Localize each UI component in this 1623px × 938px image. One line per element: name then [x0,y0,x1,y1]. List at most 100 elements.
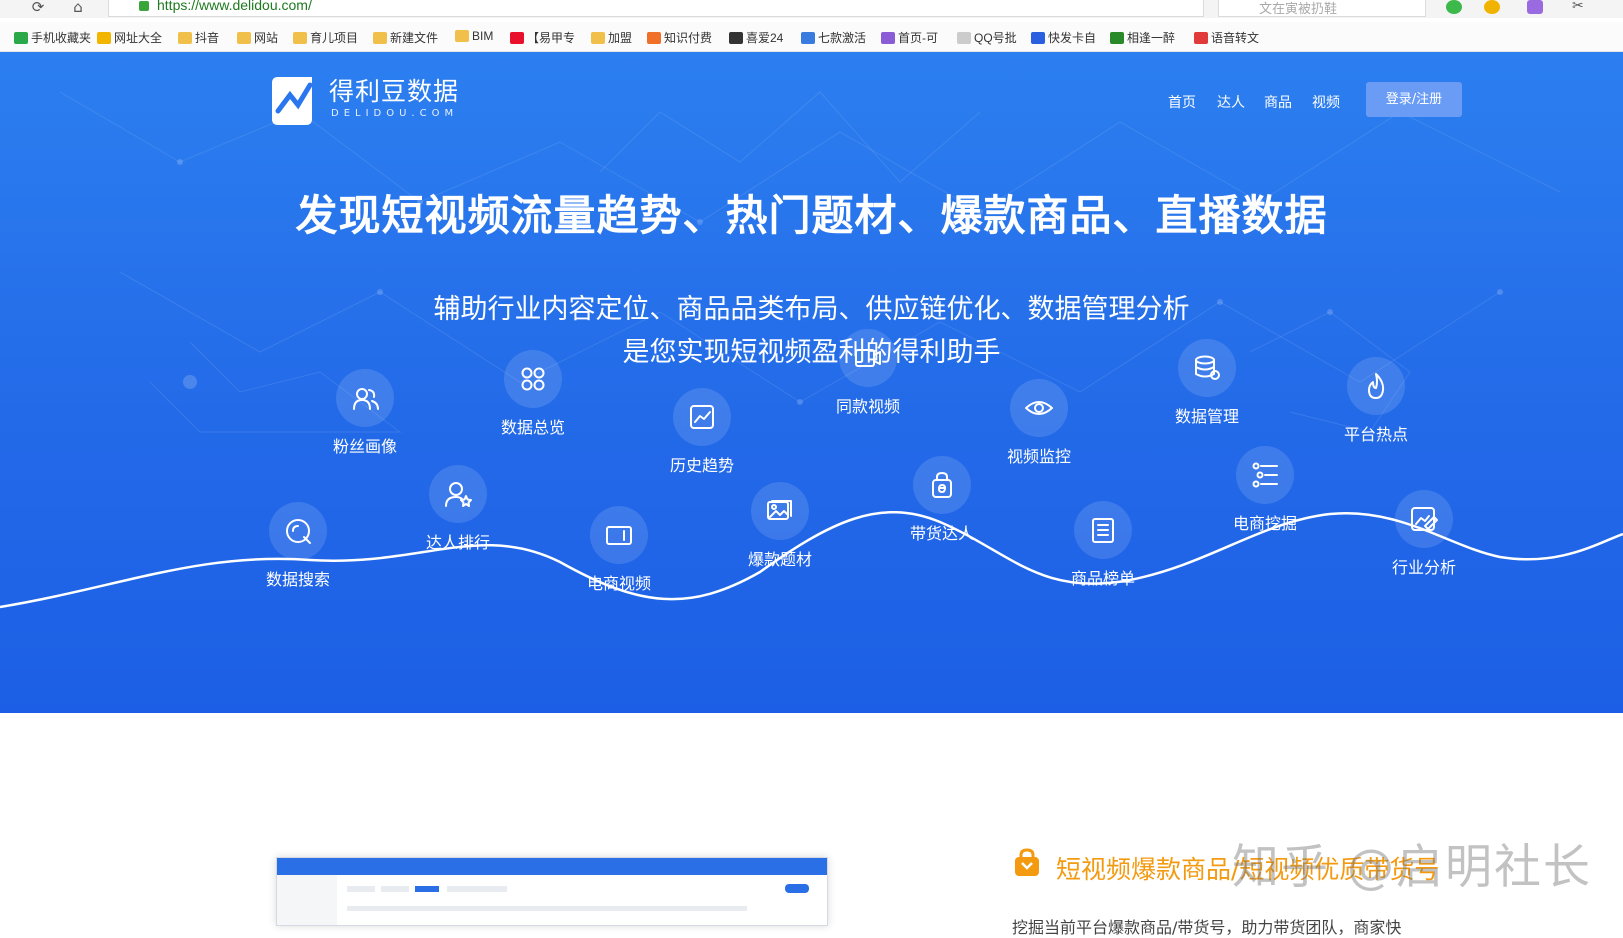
product-preview-image [276,857,828,926]
bookmark-item[interactable]: 快发卡自 [1031,29,1096,45]
extension-green-icon[interactable] [1446,0,1462,14]
bookmark-item[interactable]: 新建文件 [373,29,438,45]
dollar-icon [729,32,743,44]
voice-icon [1194,32,1208,44]
feature-item[interactable]: 数据搜索 [233,502,363,590]
shopping-bag-icon [1015,848,1039,876]
translate-icon[interactable] [1527,0,1543,14]
home-icon[interactable]: ⌂ [68,0,88,16]
login-register-button[interactable]: 登录/注册 [1366,82,1462,117]
database-icon [1195,355,1220,380]
bookmark-label: 手机收藏夹 [31,31,92,45]
bag-icon [932,472,952,498]
feature-item[interactable]: 电商挖掘 [1200,446,1330,534]
feature-icon-circle [1178,339,1236,397]
feature-item[interactable]: 数据总览 [468,350,598,438]
list-icon [1092,518,1114,543]
bookmark-item[interactable]: BIM [455,29,493,45]
bookmark-label: 相逢一醉 [1127,31,1176,45]
video-icon [855,349,881,367]
nav-products[interactable]: 商品 [1264,92,1292,112]
edit-chart-icon [1411,507,1438,531]
bookmark-item[interactable]: 语音转文 [1194,29,1259,45]
bookmark-item[interactable]: 加盟 [591,29,632,45]
fire-icon [1368,373,1385,399]
user-star-icon [445,482,472,507]
bookmark-item[interactable]: QQ号批 [957,29,1017,45]
bookmark-label: 语音转文 [1211,31,1260,45]
bookmark-label: 抖音 [195,31,220,45]
page-icon [957,32,971,44]
lock-icon [139,1,149,11]
hero-title: 发现短视频流量趋势、热门题材、爆款商品、直播数据 [295,191,1328,240]
feature-icon-circle [1074,501,1132,559]
feature-item[interactable]: 粉丝画像 [300,369,430,457]
feature-icon-circle [429,465,487,523]
feature-item[interactable]: 同款视频 [803,329,933,417]
bookmark-item[interactable]: 网址大全 [97,29,162,45]
feature-item[interactable]: 达人排行 [393,465,523,553]
eye-icon [1025,401,1053,415]
feature-icon-circle [1236,446,1294,504]
bookmark-label: 网站 [254,31,279,45]
feature-label: 爆款题材 [747,550,812,569]
feature-item[interactable]: 平台热点 [1311,357,1441,445]
bookmark-label: 知识付费 [664,31,713,45]
bookmarks-bar: 手机收藏夹 网址大全 抖音 网站 育儿项目 新建文件 BIM 【易甲专 加盟 知识付费 喜爱24 七款… [0,22,1623,52]
scissors-icon[interactable]: ✂ [1572,0,1588,14]
browser-search-input[interactable]: 文在寅被扔鞋 [1218,0,1426,17]
trend-icon [690,405,714,429]
feature-label: 达人排行 [425,533,490,552]
section-description: 挖掘当前平台爆款商品/带货号，助力带货团队，商家快 [1012,918,1402,937]
nav-influencers[interactable]: 达人 [1217,92,1245,112]
folder-icon [455,30,469,42]
feature-item[interactable]: 历史趋势 [637,388,767,476]
feature-icon-circle [673,388,731,446]
feature-icon-circle [269,502,327,560]
bookmark-item[interactable]: 喜爱24 [729,29,783,45]
folder-icon [178,32,192,44]
bookmark-label: 七款激活 [818,31,867,45]
feature-icon-circle [839,329,897,387]
address-bar[interactable]: https://www.delidou.com/ [108,0,1204,17]
feature-item[interactable]: 行业分析 [1359,490,1489,578]
feature-label: 数据管理 [1174,407,1239,426]
bookmark-item[interactable]: 手机收藏夹 [14,29,91,45]
feature-icon-circle [590,506,648,564]
extension-coin-icon[interactable] [1484,0,1500,14]
bookmark-item[interactable]: 相逢一醉 [1110,29,1175,45]
bookmark-item[interactable]: 育儿项目 [293,29,358,45]
feature-item[interactable]: 爆款题材 [715,482,845,570]
bookmark-item[interactable]: 【易甲专 [510,29,575,45]
nav-home[interactable]: 首页 [1168,92,1196,112]
folder-icon [237,32,251,44]
nav-videos[interactable]: 视频 [1312,92,1340,112]
feature-item[interactable]: 视频监控 [974,379,1104,467]
delidou-logo-icon[interactable] [268,73,318,129]
feature-label: 平台热点 [1343,425,1408,444]
folder-icon [293,32,307,44]
feature-item[interactable]: 数据管理 [1142,339,1272,427]
bookmark-label: 育儿项目 [310,31,359,45]
bookmark-item[interactable]: 知识付费 [647,29,712,45]
bookmark-label: 加盟 [608,31,633,45]
logo-text[interactable]: 得利豆数据 [329,72,459,108]
bookmark-item[interactable]: 抖音 [178,29,219,45]
feature-label: 历史趋势 [669,456,734,475]
bookmark-label: BIM [472,29,494,43]
feature-label: 电商挖掘 [1232,514,1297,533]
feature-icon-circle [1347,357,1405,415]
bookmark-label: 喜爱24 [746,31,784,45]
bookmark-item[interactable]: 网站 [237,29,278,45]
feature-item[interactable]: 电商视频 [554,506,684,594]
bookmark-item[interactable]: 七款激活 [801,29,866,45]
feature-item[interactable]: 带货达人 [877,456,1007,544]
feature-item[interactable]: 商品榜单 [1038,501,1168,589]
bookmark-label: 新建文件 [390,31,439,45]
feature-icon-circle [913,456,971,514]
feature-label: 商品榜单 [1070,569,1135,588]
t-logo-icon [510,32,524,44]
feature-label: 带货达人 [909,524,974,543]
reload-icon[interactable]: ⟳ [28,0,48,16]
bookmark-item[interactable]: 首页-可 [881,29,938,45]
